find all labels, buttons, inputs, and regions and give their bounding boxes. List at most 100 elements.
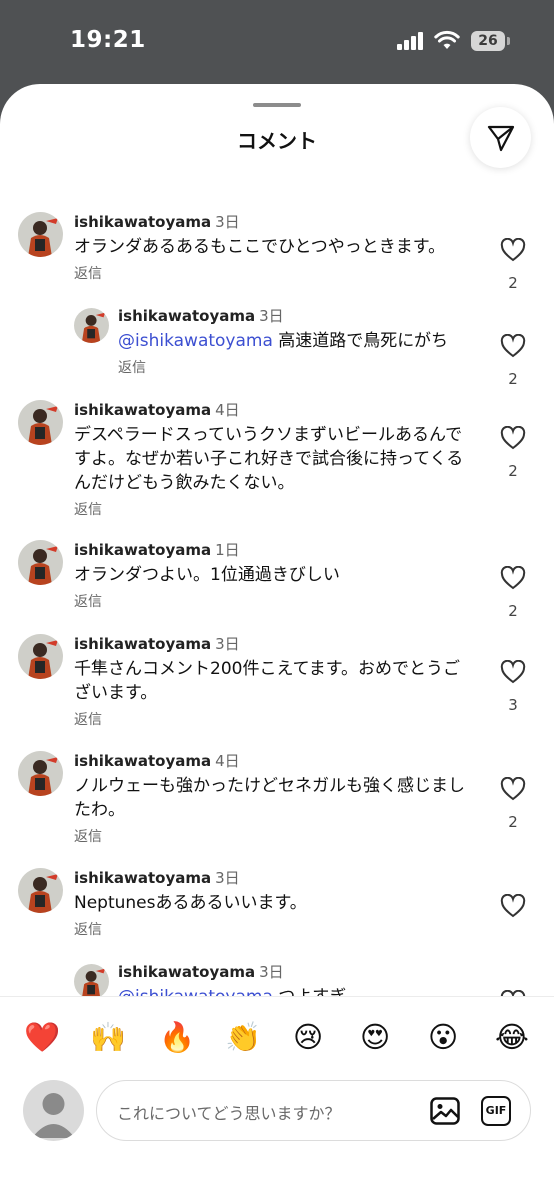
share-button[interactable] bbox=[470, 107, 531, 168]
comment-header: ishikawatoyama 4日 bbox=[74, 400, 474, 420]
comment-item: ishikawatoyama 3日 Neptunesあるあるいいます。 返信 bbox=[0, 868, 554, 939]
reply-button[interactable]: 返信 bbox=[74, 265, 474, 283]
reply-button[interactable]: 返信 bbox=[74, 593, 474, 611]
comments-sheet: コメント ishikawatoyama 3日 オランダあるあるもここでひとつやっと… bbox=[0, 84, 554, 1200]
wifi-icon bbox=[434, 30, 460, 49]
comment-item: ishikawatoyama 4日 デスペラードスっていうクソまずいビールあるんで… bbox=[0, 400, 554, 519]
heart-icon[interactable] bbox=[500, 237, 526, 262]
comment-input-placeholder: これについてどう思いますか？ bbox=[117, 1104, 341, 1123]
battery-nub bbox=[507, 37, 510, 45]
cellular-signal-icon bbox=[397, 32, 425, 50]
battery-indicator: 26 bbox=[471, 31, 505, 51]
emoji-heart-eyes[interactable]: 😍 bbox=[360, 1021, 390, 1053]
comment-time: 3日 bbox=[259, 307, 284, 325]
username[interactable]: ishikawatoyama bbox=[118, 307, 255, 325]
comment-time: 4日 bbox=[215, 752, 240, 770]
like-control[interactable] bbox=[500, 893, 526, 922]
comment-text: Neptunesあるあるいいます。 bbox=[74, 893, 307, 913]
username[interactable]: ishikawatoyama bbox=[74, 635, 211, 653]
username[interactable]: ishikawatoyama bbox=[74, 401, 211, 419]
avatar[interactable] bbox=[18, 868, 63, 913]
heart-icon[interactable] bbox=[500, 776, 526, 801]
like-control[interactable]: 2 bbox=[500, 565, 526, 620]
comment-text: オランダあるあるもここでひとつやっときます。 bbox=[74, 237, 446, 257]
heart-icon[interactable] bbox=[500, 893, 526, 918]
send-icon bbox=[487, 125, 514, 151]
emoji-raised-hands[interactable]: 🙌 bbox=[90, 1021, 126, 1053]
comment-item: ishikawatoyama 3日 千隼さんコメント200件こえてます。おめでとう… bbox=[0, 634, 554, 729]
status-bar: 19:21 26 bbox=[0, 0, 554, 84]
comment-header: ishikawatoyama 3日 bbox=[74, 868, 474, 888]
comment-text: デスペラードスっていうクソまずいビールあるんですよ。なぜか若い子これ好きで試合後… bbox=[74, 425, 464, 493]
reply-button[interactable]: 返信 bbox=[74, 711, 474, 729]
avatar[interactable] bbox=[74, 964, 109, 996]
username[interactable]: ishikawatoyama bbox=[74, 752, 211, 770]
heart-icon[interactable] bbox=[500, 565, 526, 590]
comment-composer: これについてどう思いますか？ GIF bbox=[0, 1076, 554, 1200]
mention-link[interactable]: @ishikawatoyama bbox=[118, 987, 273, 996]
comment-time: 3日 bbox=[215, 869, 240, 887]
avatar[interactable] bbox=[18, 400, 63, 445]
emoji-crying[interactable]: 😢 bbox=[293, 1021, 323, 1053]
gif-button[interactable]: GIF bbox=[481, 1096, 511, 1126]
comment-header: ishikawatoyama 3日 bbox=[118, 962, 474, 982]
avatar[interactable] bbox=[74, 308, 109, 343]
heart-icon[interactable] bbox=[500, 659, 526, 684]
username[interactable]: ishikawatoyama bbox=[118, 963, 255, 981]
like-count: 2 bbox=[508, 462, 518, 480]
status-time: 19:21 bbox=[70, 27, 146, 53]
like-control[interactable]: 2 bbox=[500, 425, 526, 480]
like-control[interactable]: 2 bbox=[500, 776, 526, 831]
like-control[interactable]: 3 bbox=[500, 659, 526, 714]
like-control[interactable]: 2 bbox=[500, 333, 526, 388]
mention-link[interactable]: @ishikawatoyama bbox=[118, 331, 273, 351]
reply-button[interactable]: 返信 bbox=[74, 921, 474, 939]
gallery-icon[interactable] bbox=[430, 1097, 460, 1125]
comment-text: ノルウェーも強かったけどセネガルも強く感じましたわ。 bbox=[74, 776, 465, 820]
username[interactable]: ishikawatoyama bbox=[74, 869, 211, 887]
comment-time: 3日 bbox=[215, 635, 240, 653]
comment-body: つよすぎ bbox=[278, 987, 346, 996]
reply-button[interactable]: 返信 bbox=[74, 501, 474, 519]
comment-text: オランダつよい。1位通過きびしい bbox=[74, 565, 340, 585]
reply-button[interactable]: 返信 bbox=[118, 359, 474, 377]
username[interactable]: ishikawatoyama bbox=[74, 213, 211, 231]
comment-input[interactable]: これについてどう思いますか？ GIF bbox=[96, 1080, 531, 1141]
emoji-reaction-bar: ❤️ 🙌 🔥 👏 😢 😍 😮 😂 bbox=[0, 996, 554, 1076]
like-count: 3 bbox=[508, 696, 518, 714]
like-count: 2 bbox=[508, 813, 518, 831]
reply-button[interactable]: 返信 bbox=[74, 828, 474, 846]
avatar[interactable] bbox=[18, 751, 63, 796]
avatar[interactable] bbox=[18, 540, 63, 585]
emoji-heart[interactable]: ❤️ bbox=[24, 1021, 60, 1053]
emoji-surprised[interactable]: 😮 bbox=[428, 1021, 458, 1053]
username[interactable]: ishikawatoyama bbox=[74, 541, 211, 559]
comment-item: ishikawatoyama 4日 ノルウェーも強かったけどセネガルも強く感じまし… bbox=[0, 751, 554, 846]
user-avatar[interactable] bbox=[23, 1080, 84, 1141]
comment-list[interactable]: ishikawatoyama 3日 オランダあるあるもここでひとつやっときます。 … bbox=[0, 200, 554, 996]
comment-text: 千隼さんコメント200件こえてます。おめでとうございます。 bbox=[74, 659, 461, 703]
comment-text: @ishikawatoyama つよすぎ bbox=[118, 985, 474, 996]
like-count: 2 bbox=[508, 370, 518, 388]
avatar[interactable] bbox=[18, 212, 63, 257]
comment-header: ishikawatoyama 3日 bbox=[74, 634, 474, 654]
sheet-grabber[interactable] bbox=[253, 103, 301, 107]
comment-time: 3日 bbox=[259, 963, 284, 981]
emoji-laughing[interactable]: 😂 bbox=[495, 1021, 529, 1053]
comment-body: 高速道路で鳥死にがち bbox=[278, 331, 448, 351]
comment-text: @ishikawatoyama 高速道路で鳥死にがち bbox=[118, 329, 474, 353]
like-count: 2 bbox=[508, 274, 518, 292]
comment-reply-item: ishikawatoyama3日 @ishikawatoyama つよすぎ bbox=[0, 962, 554, 996]
heart-icon[interactable] bbox=[500, 333, 526, 358]
emoji-clapping[interactable]: 👏 bbox=[225, 1021, 261, 1053]
comment-header: ishikawatoyama 3日 bbox=[74, 212, 474, 232]
comment-time: 4日 bbox=[215, 401, 240, 419]
comment-header: ishikawatoyama 4日 bbox=[74, 751, 474, 771]
like-control[interactable]: 2 bbox=[500, 237, 526, 292]
comment-item: ishikawatoyama 1日 オランダつよい。1位通過きびしい 返信 2 bbox=[0, 540, 554, 620]
comment-reply-item: ishikawatoyama 3日 @ishikawatoyama 高速道路で鳥死… bbox=[0, 306, 554, 388]
avatar[interactable] bbox=[18, 634, 63, 679]
emoji-fire[interactable]: 🔥 bbox=[159, 1021, 195, 1053]
comment-item: ishikawatoyama 3日 オランダあるあるもここでひとつやっときます。 … bbox=[0, 212, 554, 292]
heart-icon[interactable] bbox=[500, 425, 526, 450]
